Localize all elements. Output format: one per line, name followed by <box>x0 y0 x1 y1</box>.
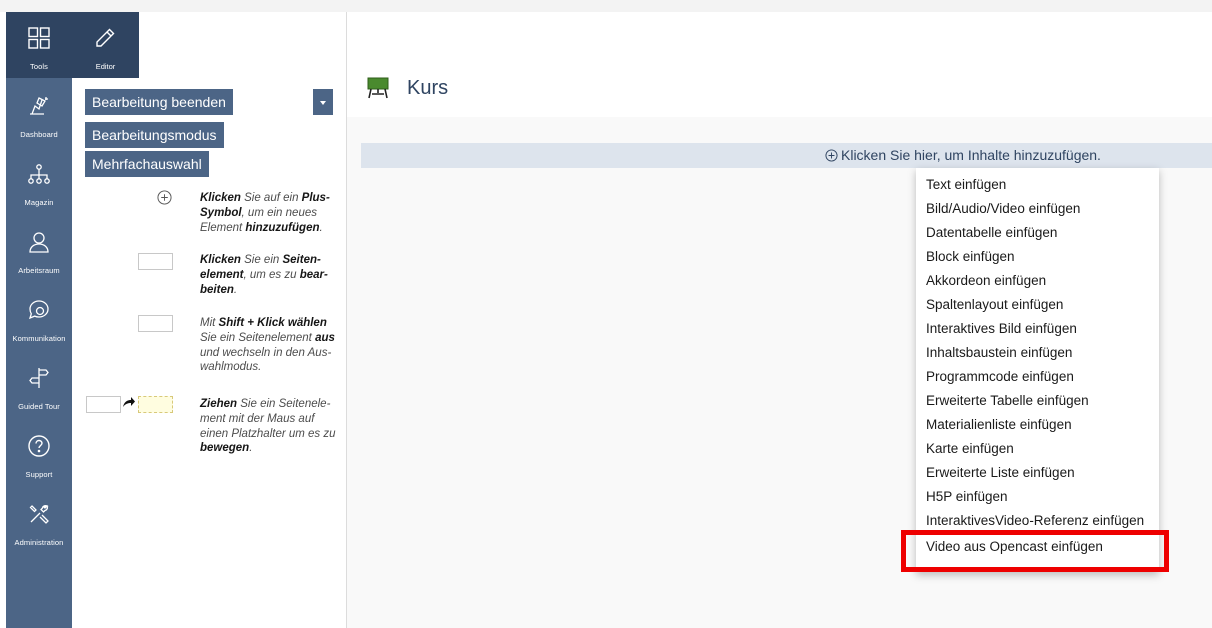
drag-source-box-icon <box>86 396 121 413</box>
rail-item-tools[interactable]: Tools <box>6 12 72 78</box>
help-icon <box>28 435 50 457</box>
menu-item-data-table[interactable]: Datentabelle einfügen <box>926 225 1057 240</box>
menu-item-accordion[interactable]: Akkordeon einfügen <box>926 273 1046 288</box>
rail-item-dashboard[interactable]: Dashboard <box>6 80 72 146</box>
help-text-select: Mit Shift + Klick wählen Sie ein Seitene… <box>200 317 335 374</box>
rail-item-administration[interactable]: Administration <box>6 488 72 554</box>
rail-item-label: Arbeitsraum <box>18 266 60 275</box>
finish-editing-button[interactable]: Bearbeitung beenden <box>85 89 233 115</box>
arrow-right-icon <box>123 397 135 407</box>
menu-item-h5p[interactable]: H5P einfügen <box>926 489 1008 504</box>
help-text-edit: Klicken Sie ein Seiten-element, um es zu… <box>200 254 328 296</box>
edit-mode-label: Bearbeitungsmodus <box>85 122 224 148</box>
rail-item-magazin[interactable]: Magazin <box>6 148 72 214</box>
menu-item-text[interactable]: Text einfügen <box>926 177 1006 192</box>
rail-item-label: Administration <box>14 538 64 547</box>
menu-item-column-layout[interactable]: Spaltenlayout einfügen <box>926 297 1063 312</box>
add-content-label: Klicken Sie hier, um Inhalte hinzuzufüge… <box>841 147 1101 163</box>
top-strip <box>0 0 1212 12</box>
tools-icon <box>29 504 49 524</box>
help-text-add: Klicken Sie auf ein Plus-Symbol, um ein … <box>200 192 330 234</box>
menu-item-advanced-table[interactable]: Erweiterte Tabelle einfügen <box>926 393 1089 408</box>
drop-target-box-icon <box>138 396 173 413</box>
tab-editor-label: Editor <box>95 62 116 71</box>
page-element-placeholder-icon <box>138 253 173 270</box>
highlight-box <box>901 530 1169 572</box>
multi-select-button[interactable]: Mehrfachauswahl <box>85 151 209 177</box>
help-text-drag: Ziehen Sie ein Seitenele-ment mit der Ma… <box>200 398 336 455</box>
add-content-bar[interactable]: Klicken Sie hier, um Inhalte hinzuzufüge… <box>361 143 1212 168</box>
dashboard-icon <box>30 97 48 115</box>
rail-item-label: Kommunikation <box>12 334 66 343</box>
menu-item-advanced-list[interactable]: Erweiterte Liste einfügen <box>926 465 1075 480</box>
rail-item-label: Guided Tour <box>18 402 60 411</box>
chat-icon <box>28 300 49 320</box>
menu-item-interactive-video[interactable]: InteraktivesVideo-Referenz einfügen <box>926 513 1144 528</box>
menu-item-media[interactable]: Bild/Audio/Video einfügen <box>926 201 1080 216</box>
rail-item-kommunikation[interactable]: Kommunikation <box>6 284 72 350</box>
grid-icon <box>28 27 50 49</box>
plus-circle-icon <box>825 149 838 162</box>
course-icon <box>367 77 389 99</box>
sitemap-icon <box>28 164 50 184</box>
rail-item-label: Magazin <box>24 198 54 207</box>
menu-item-source-code[interactable]: Programmcode einfügen <box>926 369 1074 384</box>
insert-content-menu: Text einfügen Bild/Audio/Video einfügen … <box>916 168 1159 572</box>
menu-item-interactive-image[interactable]: Interaktives Bild einfügen <box>926 321 1077 336</box>
finish-editing-dropdown-toggle[interactable] <box>313 89 333 115</box>
signpost-icon <box>29 368 49 388</box>
menu-item-block[interactable]: Block einfügen <box>926 249 1015 264</box>
menu-item-resource-list[interactable]: Materialienliste einfügen <box>926 417 1072 432</box>
main-menu-rail: Tools Dashboard Magazin Arbeitsraum Komm… <box>6 12 72 628</box>
pencil-icon <box>96 28 115 47</box>
page-element-select-icon <box>138 315 173 332</box>
user-icon <box>29 232 49 253</box>
menu-item-content-snippet[interactable]: Inhaltsbaustein einfügen <box>926 345 1072 360</box>
menu-item-map[interactable]: Karte einfügen <box>926 441 1014 456</box>
rail-item-arbeitsraum[interactable]: Arbeitsraum <box>6 216 72 282</box>
plus-circle-icon <box>157 190 172 205</box>
rail-item-guided-tour[interactable]: Guided Tour <box>6 352 72 418</box>
rail-item-support[interactable]: Support <box>6 420 72 486</box>
rail-item-label: Support <box>25 470 53 479</box>
rail-item-label: Dashboard <box>20 130 58 139</box>
tab-editor[interactable]: Editor <box>72 12 139 78</box>
page-title: Kurs <box>407 77 449 99</box>
rail-item-label: Tools <box>29 62 48 71</box>
